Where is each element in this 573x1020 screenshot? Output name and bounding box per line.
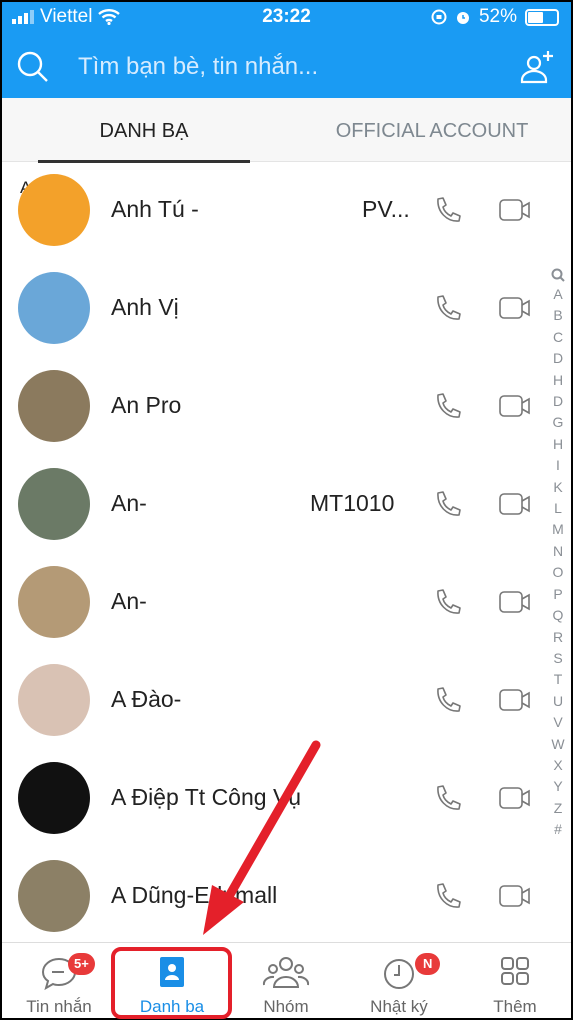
red-arrow-annotation: [203, 740, 321, 935]
